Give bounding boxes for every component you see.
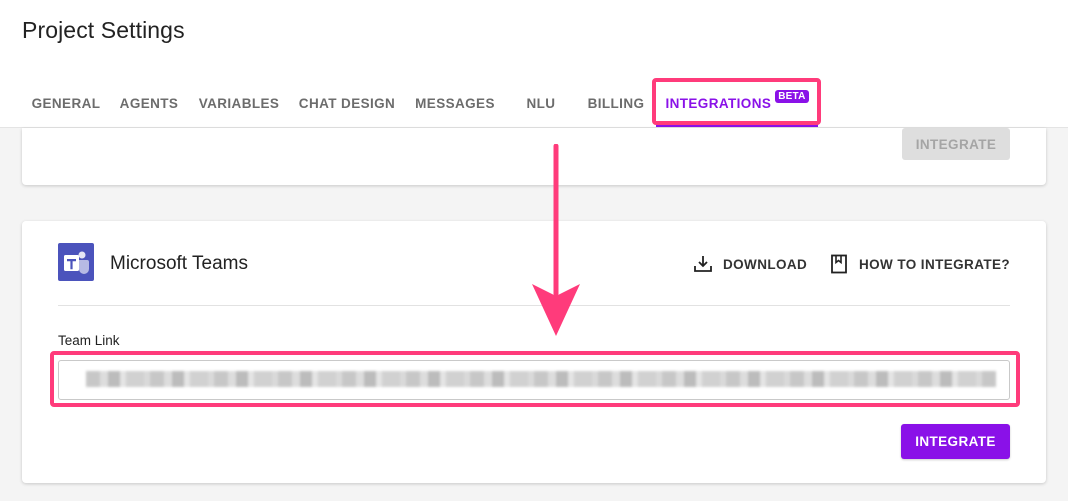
integrate-button[interactable]: INTEGRATE — [901, 424, 1010, 459]
tab-nlu[interactable]: NLU — [512, 80, 570, 126]
tab-chat-design[interactable]: CHAT DESIGN — [294, 80, 400, 126]
previous-integration-card: INTEGRATE — [22, 128, 1046, 185]
tab-variables[interactable]: VARIABLES — [192, 80, 286, 126]
book-icon — [831, 254, 847, 274]
card-title: Microsoft Teams — [110, 253, 248, 274]
team-link-label: Team Link — [58, 333, 120, 348]
how-to-integrate-button[interactable]: HOW TO INTEGRATE? — [829, 254, 1010, 274]
download-label: DOWNLOAD — [723, 256, 808, 272]
download-button[interactable]: DOWNLOAD — [693, 254, 807, 274]
page-title: Project Settings — [22, 17, 185, 43]
integrate-button-disabled: INTEGRATE — [902, 128, 1010, 160]
how-to-integrate-label: HOW TO INTEGRATE? — [859, 256, 1011, 272]
tab-general[interactable]: GENERAL — [22, 80, 110, 126]
microsoft-teams-card: Microsoft Teams DOWNLOAD HOW TO INTEGRAT… — [22, 221, 1046, 483]
microsoft-teams-icon — [58, 243, 94, 281]
redacted-link-text — [86, 371, 996, 387]
tab-highlight-box — [652, 78, 821, 125]
card-divider — [58, 305, 1010, 306]
download-icon — [694, 256, 712, 272]
tab-bar: GENERAL AGENTS VARIABLES CHAT DESIGN MES… — [0, 80, 1068, 128]
page-header: Project Settings GENERAL AGENTS VARIABLE… — [0, 0, 1068, 128]
tab-messages[interactable]: MESSAGES — [408, 80, 502, 126]
tab-agents[interactable]: AGENTS — [112, 80, 186, 126]
tab-billing[interactable]: BILLING — [580, 80, 652, 126]
